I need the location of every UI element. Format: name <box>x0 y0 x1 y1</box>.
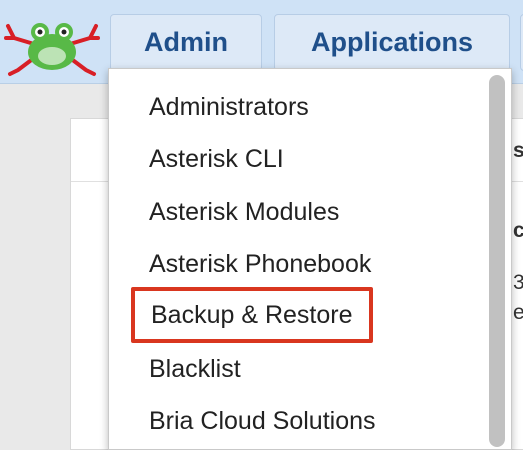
page-text-fragment: 3 <box>513 271 523 294</box>
menu-item-asterisk-phonebook[interactable]: Asterisk Phonebook <box>149 244 371 284</box>
nav-admin-button[interactable]: Admin <box>110 14 262 71</box>
admin-dropdown-menu: Administrators Asterisk CLI Asterisk Mod… <box>108 68 512 450</box>
nav-applications-button[interactable]: Applications <box>274 14 510 71</box>
page-heading-fragment: s <box>513 139 523 162</box>
menu-item-administrators[interactable]: Administrators <box>149 87 309 127</box>
menu-item-backup-restore[interactable]: Backup & Restore <box>131 287 373 343</box>
menu-scrollbar-thumb[interactable] <box>489 75 505 447</box>
menu-item-bria-cloud-solutions[interactable]: Bria Cloud Solutions <box>149 401 376 441</box>
menu-item-asterisk-modules[interactable]: Asterisk Modules <box>149 192 339 232</box>
menu-item-asterisk-cli[interactable]: Asterisk CLI <box>149 139 284 179</box>
page-text-fragment: e <box>513 301 523 324</box>
menu-scrollbar[interactable] <box>489 75 505 449</box>
page-subheading-fragment: c <box>513 219 523 242</box>
menu-item-blacklist[interactable]: Blacklist <box>149 349 241 389</box>
frog-logo-icon[interactable] <box>4 8 100 78</box>
